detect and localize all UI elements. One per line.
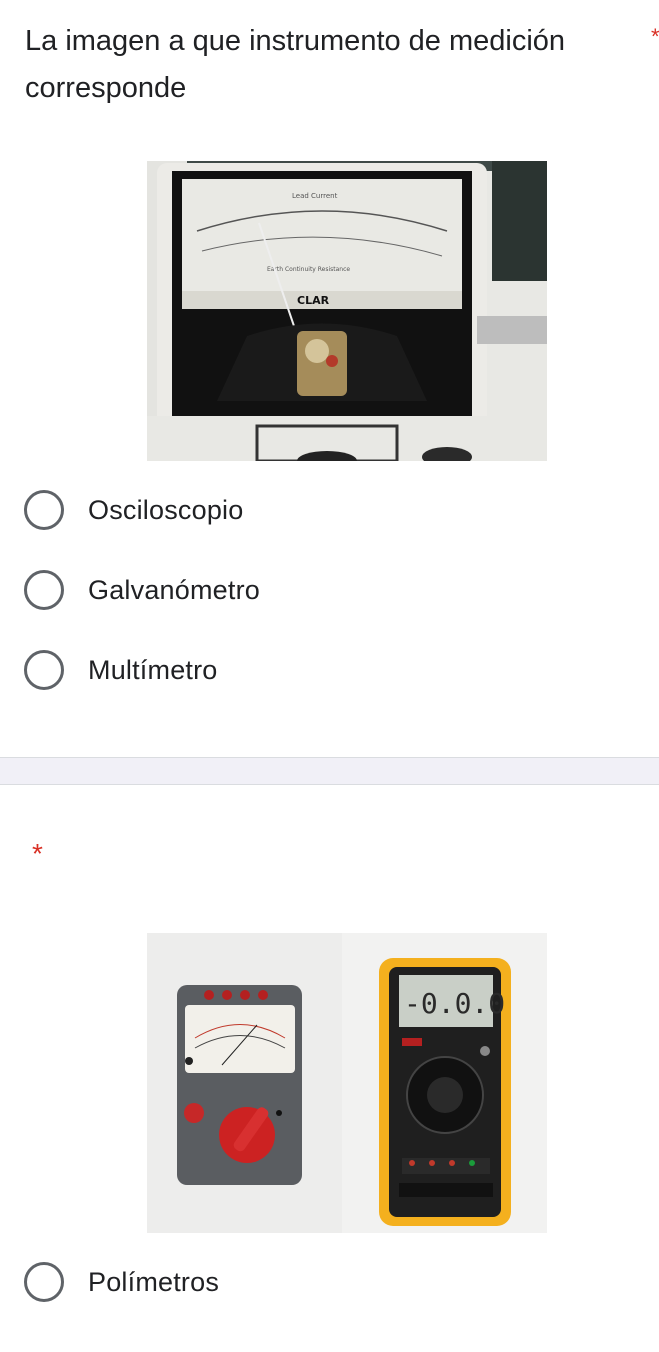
option-galvanometro[interactable]: Galvanómetro xyxy=(24,568,260,612)
radio-button[interactable] xyxy=(24,490,64,530)
option-label: Osciloscopio xyxy=(88,494,244,525)
svg-text:-0.0.0: -0.0.0 xyxy=(404,987,505,1020)
question-1-image: Lead Current Earth Continuity Resistance… xyxy=(147,161,547,461)
option-label: Galvanómetro xyxy=(88,574,260,605)
required-asterisk: * xyxy=(32,838,43,869)
question-1-title: La imagen a que instrumento de medición … xyxy=(25,25,566,104)
svg-text:Lead Current: Lead Current xyxy=(292,192,338,200)
svg-text:Earth Continuity Resistance: Earth Continuity Resistance xyxy=(267,266,350,273)
section-divider xyxy=(0,757,659,785)
option-osciloscopio[interactable]: Osciloscopio xyxy=(24,488,243,532)
svg-text:CLAR: CLAR xyxy=(297,294,330,307)
question-2-image: -0.0.0 xyxy=(147,933,547,1233)
option-polimetros[interactable]: Polímetros xyxy=(24,1260,219,1304)
radio-button[interactable] xyxy=(24,1262,64,1302)
radio-button[interactable] xyxy=(24,570,64,610)
required-asterisk: * xyxy=(651,24,659,49)
option-label: Polímetros xyxy=(88,1266,220,1297)
radio-button[interactable] xyxy=(24,650,64,690)
option-multimetro[interactable]: Multímetro xyxy=(24,648,218,692)
option-label: Multímetro xyxy=(88,654,218,685)
